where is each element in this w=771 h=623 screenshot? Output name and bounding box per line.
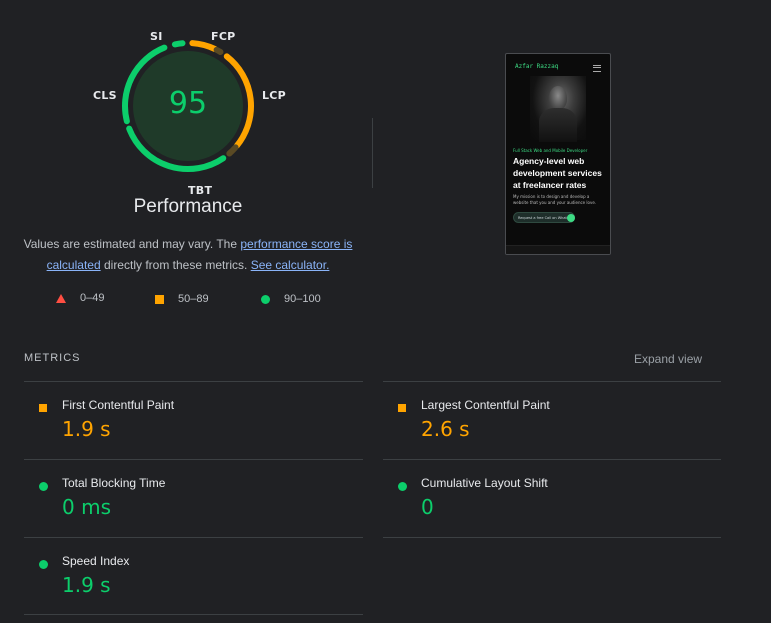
hamburger-menu-icon [593,65,601,72]
metrics-divider [383,381,721,382]
gauge-label-si: SI [150,30,163,43]
whatsapp-icon [567,214,575,222]
screenshot-body: My mission is to design and develop a we… [513,194,597,205]
metric-label: Speed Index [62,554,130,568]
metric-value: 2.6 s [421,417,470,441]
legend-item-fail: 0–49 [56,292,104,304]
metrics-divider [383,537,721,538]
estimate-disclaimer: Values are estimated and may vary. The p… [18,234,358,276]
expand-view-button[interactable]: Expand view [634,352,702,366]
metric-value: 1.9 s [62,573,111,597]
gauge-segment-lcp-remainder [226,144,239,157]
estimate-text-middle: directly from these metrics. [100,258,251,272]
gauge-label-fcp: FCP [211,30,236,43]
gauge-segment-fcp [189,40,218,52]
metrics-divider [24,381,363,382]
metrics-divider [383,459,721,460]
legend-range-fail: 0–49 [80,292,105,304]
gauge-segment-si [171,40,186,48]
metric-label: Cumulative Layout Shift [421,476,548,490]
metric-value: 0 ms [62,495,111,519]
legend-range-average: 50–89 [178,293,209,305]
screenshot-headline: Agency-level web development services at… [513,156,602,190]
metrics-divider [24,459,363,460]
metrics-divider [24,614,363,615]
see-calculator-link[interactable]: See calculator. [251,258,330,272]
estimate-text-before: Values are estimated and may vary. The [23,237,241,251]
metric-value: 0 [421,495,434,519]
triangle-icon [56,293,66,303]
circle-icon [398,482,407,491]
screenshot-kicker: Full Stack Web and Mobile Developer [513,148,588,153]
performance-title: Performance [133,196,243,217]
screenshot-brand: Azfar Razzaq [515,63,559,70]
metric-label: Largest Contentful Paint [421,398,550,412]
square-icon [398,404,406,412]
gauge-label-cls: CLS [93,89,117,102]
gauge-segment-fcp-remainder [213,46,224,55]
circle-icon [261,294,270,304]
performance-score: 95 [168,86,208,121]
square-icon [39,404,47,412]
square-icon [155,294,164,304]
circle-icon [39,560,48,569]
circle-icon [39,482,48,491]
metrics-divider [24,537,363,538]
metrics-header: METRICS [24,352,81,364]
vertical-divider [372,118,373,188]
portrait-image [530,76,586,142]
legend-item-average: 50–89 [155,293,209,305]
metric-label: First Contentful Paint [62,398,175,412]
legend-item-pass: 90–100 [261,293,321,305]
metric-value: 1.9 s [62,417,111,441]
screenshot-cta-button: Request a free Call on WhatsApp [513,212,575,223]
lighthouse-performance-panel: SI FCP LCP TBT CLS 95 Performance Values… [0,0,771,623]
legend-range-pass: 90–100 [284,293,321,305]
gauge-label-lcp: LCP [262,89,287,102]
screenshot-bottom-bar [506,245,610,254]
final-screenshot-thumbnail[interactable]: Azfar Razzaq Full Stack Web and Mobile D… [505,53,611,255]
metric-label: Total Blocking Time [62,476,166,490]
